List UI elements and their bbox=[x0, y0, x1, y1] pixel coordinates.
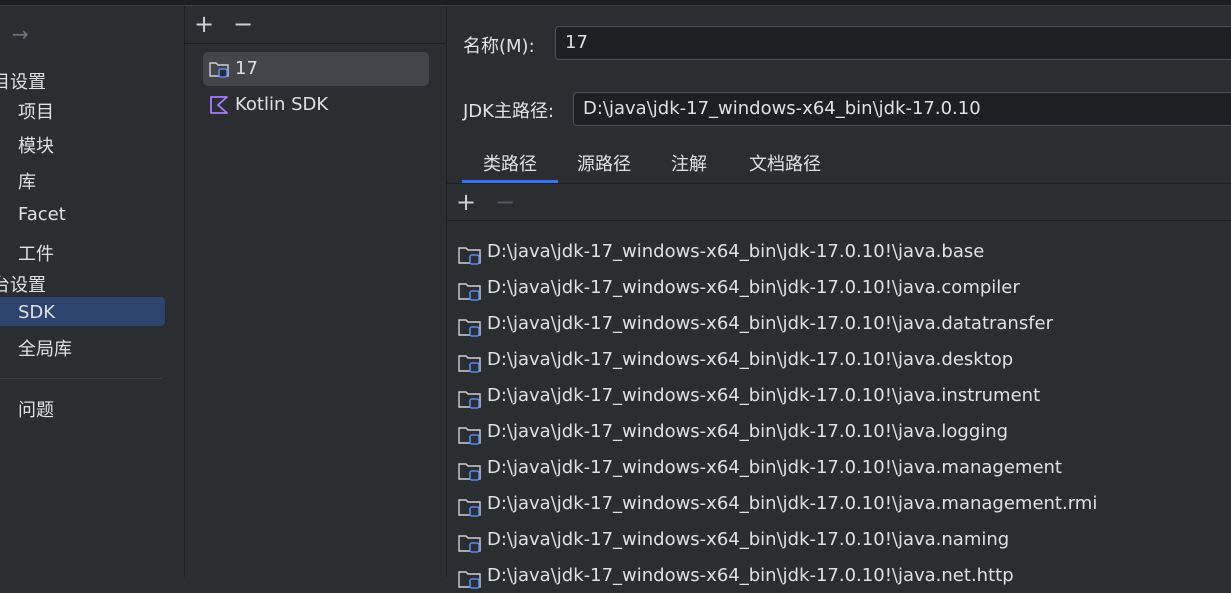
sdk-name-value: 17 bbox=[565, 32, 588, 53]
tab-classpath[interactable]: 类路径 bbox=[483, 150, 537, 176]
classpath-row[interactable]: D:\java\jdk-17_windows-x64_bin\jdk-17.0.… bbox=[457, 239, 1227, 269]
nav-item-facets[interactable]: Facet bbox=[18, 204, 66, 225]
jdk-folder-icon bbox=[458, 571, 481, 589]
classpath-row-text: D:\java\jdk-17_windows-x64_bin\jdk-17.0.… bbox=[487, 385, 1041, 406]
nav-section-project-settings: 目设置 bbox=[0, 72, 46, 93]
sdk-detail-panel: 名称(M): 17 JDK主路径: D:\java\jdk-17_windows… bbox=[447, 6, 1231, 589]
classpath-row[interactable]: D:\java\jdk-17_windows-x64_bin\jdk-17.0.… bbox=[457, 491, 1227, 521]
tab-annotations[interactable]: 注解 bbox=[671, 150, 707, 176]
sdk-list-item[interactable]: Kotlin SDK bbox=[203, 88, 429, 122]
settings-nav: → 目设置 项目 模块 库 Facet 工件 台设置 SDK 全局库 问题 bbox=[0, 6, 184, 577]
jdk-folder-icon bbox=[458, 247, 481, 265]
sdk-list-panel: + − 17 Kotlin SDK bbox=[185, 6, 446, 577]
nav-item-modules[interactable]: 模块 bbox=[18, 132, 54, 158]
classpath-row[interactable]: D:\java\jdk-17_windows-x64_bin\jdk-17.0.… bbox=[457, 311, 1227, 341]
nav-item-sdk[interactable]: SDK bbox=[18, 302, 55, 323]
classpath-row[interactable]: D:\java\jdk-17_windows-x64_bin\jdk-17.0.… bbox=[457, 455, 1227, 485]
sdk-name-field[interactable]: 17 bbox=[555, 26, 1231, 60]
jdk-folder-icon bbox=[209, 62, 229, 78]
jdk-folder-icon bbox=[458, 319, 481, 337]
jdk-folder-icon bbox=[458, 391, 481, 409]
nav-item-project[interactable]: 项目 bbox=[18, 98, 54, 124]
nav-item-libraries[interactable]: 库 bbox=[18, 168, 36, 194]
classpath-row-text: D:\java\jdk-17_windows-x64_bin\jdk-17.0.… bbox=[487, 529, 1010, 550]
classpath-row[interactable]: D:\java\jdk-17_windows-x64_bin\jdk-17.0.… bbox=[457, 383, 1227, 413]
jdk-folder-icon bbox=[458, 535, 481, 553]
jdk-folder-icon bbox=[458, 427, 481, 445]
forward-arrow-icon[interactable]: → bbox=[12, 24, 34, 44]
classpath-row[interactable]: D:\java\jdk-17_windows-x64_bin\jdk-17.0.… bbox=[457, 275, 1227, 305]
classpath-row-text: D:\java\jdk-17_windows-x64_bin\jdk-17.0.… bbox=[487, 241, 985, 262]
kotlin-icon bbox=[210, 96, 228, 114]
classpath-list[interactable]: D:\java\jdk-17_windows-x64_bin\jdk-17.0.… bbox=[447, 221, 1231, 589]
tabs-divider bbox=[447, 183, 1231, 184]
nav-item-problems[interactable]: 问题 bbox=[18, 396, 54, 422]
sdk-list-item[interactable]: 17 bbox=[203, 52, 429, 86]
classpath-row-text: D:\java\jdk-17_windows-x64_bin\jdk-17.0.… bbox=[487, 421, 1009, 442]
classpath-row-text: D:\java\jdk-17_windows-x64_bin\jdk-17.0.… bbox=[487, 313, 1054, 334]
toolbar-divider bbox=[185, 43, 446, 44]
classpath-row-text: D:\java\jdk-17_windows-x64_bin\jdk-17.0.… bbox=[487, 565, 1014, 586]
jdk-home-path-value: D:\java\jdk-17_windows-x64_bin\jdk-17.0.… bbox=[583, 98, 981, 119]
tab-documentation-paths[interactable]: 文档路径 bbox=[749, 150, 821, 176]
tab-sourcepath[interactable]: 源路径 bbox=[577, 150, 631, 176]
classpath-row-text: D:\java\jdk-17_windows-x64_bin\jdk-17.0.… bbox=[487, 493, 1098, 514]
classpath-row-text: D:\java\jdk-17_windows-x64_bin\jdk-17.0.… bbox=[487, 277, 1020, 298]
nav-section-platform-settings: 台设置 bbox=[0, 275, 46, 296]
add-sdk-icon[interactable]: + bbox=[193, 12, 215, 36]
jdk-folder-icon bbox=[458, 499, 481, 517]
jdk-folder-icon bbox=[458, 463, 481, 481]
remove-sdk-icon[interactable]: − bbox=[232, 12, 254, 36]
classpath-row[interactable]: D:\java\jdk-17_windows-x64_bin\jdk-17.0.… bbox=[457, 419, 1227, 449]
nav-item-global-libraries[interactable]: 全局库 bbox=[18, 335, 72, 361]
sdk-list-item-label: 17 bbox=[235, 58, 258, 79]
nav-divider bbox=[0, 378, 162, 379]
classpath-row-text: D:\java\jdk-17_windows-x64_bin\jdk-17.0.… bbox=[487, 349, 1014, 370]
jdk-home-path-field[interactable]: D:\java\jdk-17_windows-x64_bin\jdk-17.0.… bbox=[573, 92, 1231, 126]
sdk-list-item-label: Kotlin SDK bbox=[235, 94, 329, 115]
classpath-row-text: D:\java\jdk-17_windows-x64_bin\jdk-17.0.… bbox=[487, 457, 1062, 478]
jdk-home-label: JDK主路径: bbox=[463, 101, 555, 122]
add-path-icon[interactable]: + bbox=[455, 190, 477, 214]
classpath-row[interactable]: D:\java\jdk-17_windows-x64_bin\jdk-17.0.… bbox=[457, 563, 1227, 593]
classpath-row[interactable]: D:\java\jdk-17_windows-x64_bin\jdk-17.0.… bbox=[457, 347, 1227, 377]
jdk-folder-icon bbox=[458, 355, 481, 373]
classpath-row[interactable]: D:\java\jdk-17_windows-x64_bin\jdk-17.0.… bbox=[457, 527, 1227, 557]
jdk-folder-icon bbox=[458, 283, 481, 301]
remove-path-icon[interactable]: − bbox=[494, 190, 516, 214]
nav-item-artifacts[interactable]: 工件 bbox=[18, 240, 54, 266]
sdk-name-label: 名称(M): bbox=[463, 36, 535, 57]
